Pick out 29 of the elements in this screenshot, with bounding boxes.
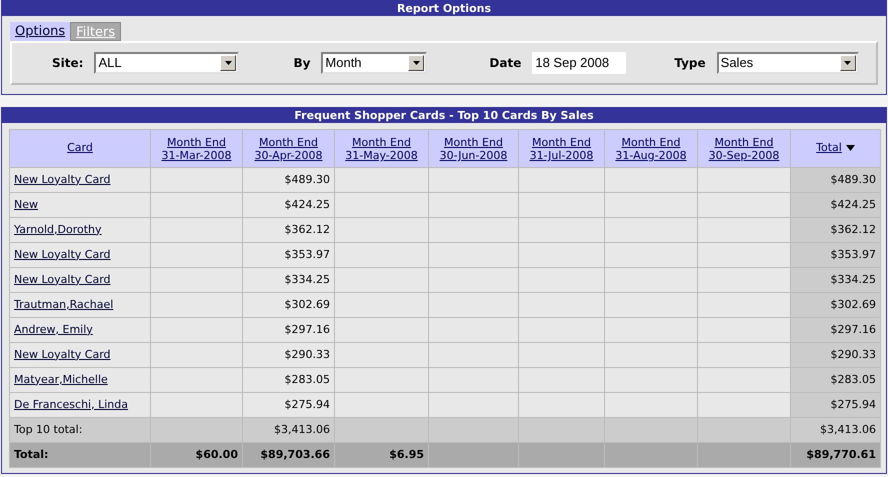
field-label: Date: [489, 55, 522, 72]
table-cell: $89,770.61: [790, 442, 880, 468]
table-cell: $489.30: [790, 168, 880, 192]
table-cell: $424.25: [790, 192, 880, 218]
field-label: Site:: [52, 55, 84, 72]
table-cell: $297.16: [790, 318, 880, 342]
cardholder-link[interactable]: New: [14, 198, 38, 211]
table-cell: $275.94: [790, 392, 880, 418]
summary-label: Total:: [10, 442, 150, 468]
field-label: Type: [674, 55, 706, 72]
select-field[interactable]: ALL: [94, 52, 240, 74]
table-cell: $89,703.66: [242, 442, 334, 468]
tab[interactable]: Options: [10, 22, 70, 41]
select-field[interactable]: Month: [321, 52, 428, 74]
table-cell: $290.33: [790, 342, 880, 368]
date-field[interactable]: 18 Sep 2008: [532, 52, 626, 74]
table-cell: $353.97: [790, 242, 880, 268]
select-field[interactable]: Sales: [716, 52, 859, 74]
panel-title: Report Options: [2, 1, 886, 16]
table-cell: $60.00: [150, 442, 242, 468]
field-label: By: [293, 55, 310, 72]
column-header-link[interactable]: Card: [67, 141, 93, 154]
table-cell: $302.69: [790, 292, 880, 318]
table-cell: $6.95: [334, 442, 428, 468]
table-cell: $362.12: [790, 218, 880, 242]
table-cell: $334.25: [790, 268, 880, 292]
table-cell: $283.05: [790, 368, 880, 392]
column-header-link[interactable]: Total: [816, 141, 855, 154]
panel-title: Frequent Shopper Cards - Top 10 Cards By Sales: [2, 108, 886, 123]
